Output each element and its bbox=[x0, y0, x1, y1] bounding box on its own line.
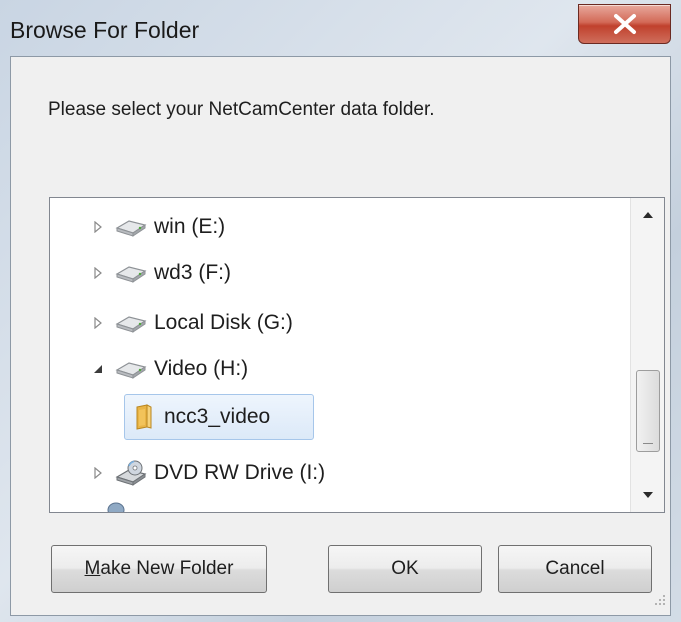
tree-item-dvd-rw-drive-i[interactable]: DVD RW Drive (I:) bbox=[88, 450, 325, 496]
expand-icon[interactable] bbox=[88, 267, 108, 279]
title-bar[interactable]: Browse For Folder bbox=[0, 0, 681, 56]
expand-icon[interactable] bbox=[88, 221, 108, 233]
scroll-thumb[interactable] bbox=[636, 370, 660, 452]
collapse-icon[interactable] bbox=[88, 363, 108, 375]
tree-item-label: Video (H:) bbox=[154, 357, 249, 380]
arrow-down-icon bbox=[642, 492, 653, 498]
drive-icon bbox=[114, 217, 148, 237]
ok-button[interactable]: OK bbox=[328, 545, 482, 593]
drive-icon bbox=[114, 313, 148, 333]
cancel-button[interactable]: Cancel bbox=[498, 545, 652, 593]
tree-item-local-disk-g[interactable]: Local Disk (G:) bbox=[88, 300, 293, 346]
scroll-down-button[interactable] bbox=[631, 478, 664, 512]
arrow-up-icon bbox=[642, 212, 653, 218]
tree-item-label: win (E:) bbox=[154, 215, 226, 238]
drive-icon bbox=[114, 263, 148, 283]
tree-scrollbar[interactable] bbox=[630, 198, 664, 512]
folder-tree[interactable]: win (E:) wd3 (F:) Local Disk (G:) Video … bbox=[49, 197, 665, 513]
tree-item-video-h[interactable]: Video (H:) bbox=[88, 346, 248, 392]
tree-item-label: Local Disk (G:) bbox=[154, 311, 293, 334]
browse-for-folder-dialog: Browse For Folder Please select your Net… bbox=[0, 0, 681, 622]
button-label: Cancel bbox=[545, 558, 605, 579]
window-title: Browse For Folder bbox=[10, 17, 200, 43]
make-new-folder-button[interactable]: Make New Folder bbox=[51, 545, 267, 593]
button-label: ake New Folder bbox=[100, 558, 234, 579]
tree-item-wd3-f[interactable]: wd3 (F:) bbox=[88, 250, 231, 296]
expand-icon[interactable] bbox=[88, 467, 108, 479]
expand-icon[interactable] bbox=[88, 317, 108, 329]
prompt-text: Please select your NetCamCenter data fol… bbox=[48, 99, 435, 120]
tree-item-win-e[interactable]: win (E:) bbox=[88, 204, 225, 250]
tree-item-label: DVD RW Drive (I:) bbox=[154, 461, 326, 484]
accelerator-key: M bbox=[84, 558, 101, 579]
resize-grip-icon[interactable] bbox=[652, 592, 666, 611]
folder-icon bbox=[134, 404, 154, 430]
close-icon bbox=[614, 14, 636, 34]
tree-item-label: ncc3_video bbox=[164, 405, 271, 428]
tree-item-label: wd3 (F:) bbox=[154, 261, 232, 284]
close-button[interactable] bbox=[578, 4, 671, 44]
tree-item-ncc3-video[interactable]: ncc3_video bbox=[134, 394, 270, 440]
drive-icon bbox=[114, 359, 148, 379]
dialog-body: Please select your NetCamCenter data fol… bbox=[10, 56, 671, 616]
dvd-drive-icon bbox=[114, 460, 148, 486]
network-icon bbox=[106, 498, 126, 512]
scroll-up-button[interactable] bbox=[631, 198, 664, 232]
button-label: OK bbox=[391, 558, 419, 579]
